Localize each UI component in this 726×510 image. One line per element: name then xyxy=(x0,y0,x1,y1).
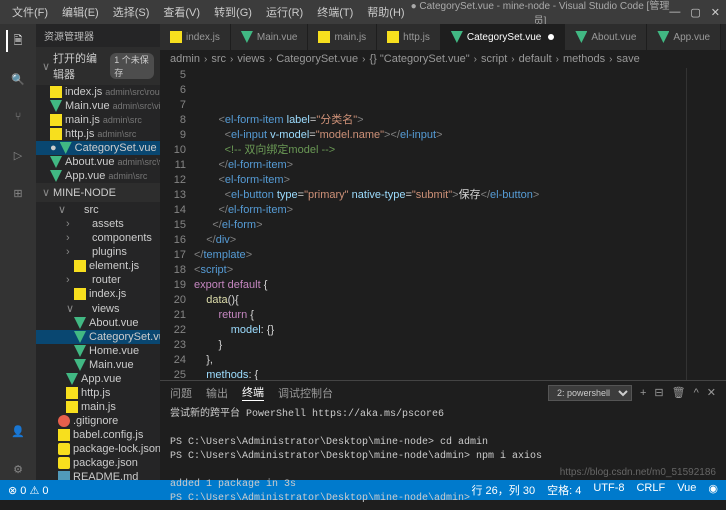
menu-item[interactable]: 选择(S) xyxy=(107,2,156,22)
panel-tab[interactable]: 终端 xyxy=(242,384,264,401)
minimap[interactable] xyxy=(686,68,726,380)
editor-tab[interactable]: About.vue xyxy=(565,24,647,50)
breadcrumb-item[interactable]: script xyxy=(481,53,507,65)
open-editor-item[interactable]: Main.vue admin\src\views xyxy=(36,99,160,113)
tree-item[interactable]: CategorySet.vue xyxy=(36,330,160,344)
breadcrumb-item[interactable]: src xyxy=(211,53,226,65)
tree-item[interactable]: README.md xyxy=(36,470,160,480)
search-icon[interactable]: 🔍 xyxy=(7,68,29,90)
tree-item[interactable]: babel.config.js xyxy=(36,428,160,442)
tree-item[interactable]: ›assets xyxy=(36,217,160,231)
menu-item[interactable]: 查看(V) xyxy=(157,2,206,22)
add-terminal-icon[interactable]: + xyxy=(640,387,646,399)
tree-item[interactable]: ›plugins xyxy=(36,245,160,259)
tree-item[interactable]: package-lock.json xyxy=(36,442,160,456)
open-editor-item[interactable]: index.js admin\src\router xyxy=(36,85,160,99)
tree-item[interactable]: ›router xyxy=(36,273,160,287)
open-editor-item[interactable]: ●CategorySet.vue admin... xyxy=(36,141,160,155)
maximize-panel-icon[interactable]: ^ xyxy=(694,387,699,399)
trash-icon[interactable]: 🗑 xyxy=(672,386,686,399)
panel: 问题输出终端调试控制台 2: powershell + ⊟ 🗑 ^ ✕ 尝试新的… xyxy=(160,380,726,480)
breadcrumb-item[interactable]: CategorySet.vue xyxy=(276,53,358,65)
tree-item[interactable]: Home.vue xyxy=(36,344,160,358)
menu-item[interactable]: 帮助(H) xyxy=(361,2,410,22)
breadcrumb-item[interactable]: views xyxy=(237,53,265,65)
sidebar: 资源管理器 ∨打开的编辑器 1 个未保存 index.js admin\src\… xyxy=(36,24,160,480)
minimize-icon[interactable]: — xyxy=(669,6,680,19)
menu-bar: 文件(F)编辑(E)选择(S)查看(V)转到(G)运行(R)终端(T)帮助(H) xyxy=(6,2,411,22)
gear-icon[interactable]: ⚙ xyxy=(7,458,29,480)
editor-tabs: index.jsMain.vuemain.jshttp.jsCategorySe… xyxy=(160,24,726,50)
menu-item[interactable]: 文件(F) xyxy=(6,2,54,22)
tree-item[interactable]: About.vue xyxy=(36,316,160,330)
editor-tab[interactable]: http.js xyxy=(377,24,441,50)
breadcrumb[interactable]: admin › src › views › CategorySet.vue › … xyxy=(160,50,726,68)
line-numbers: 5678910111213141516171819202122232425262… xyxy=(160,68,194,380)
menu-item[interactable]: 运行(R) xyxy=(260,2,309,22)
status-item[interactable]: Vue xyxy=(677,482,696,498)
open-editor-item[interactable]: http.js admin\src xyxy=(36,127,160,141)
tree-item[interactable]: ›components xyxy=(36,231,160,245)
editor-group: index.jsMain.vuemain.jshttp.jsCategorySe… xyxy=(160,24,726,480)
breadcrumb-item[interactable]: save xyxy=(617,53,640,65)
tree-item[interactable]: App.vue xyxy=(36,372,160,386)
panel-tab[interactable]: 输出 xyxy=(206,385,228,401)
editor-tab[interactable]: main.js xyxy=(308,24,377,50)
tree-item[interactable]: element.js xyxy=(36,259,160,273)
open-editors-header[interactable]: ∨打开的编辑器 1 个未保存 xyxy=(36,47,160,85)
close-panel-icon[interactable]: ✕ xyxy=(707,386,716,399)
breadcrumb-item[interactable]: admin xyxy=(170,53,200,65)
status-item[interactable]: 行 26，列 30 xyxy=(471,482,535,498)
tree-item[interactable]: http.js xyxy=(36,386,160,400)
sidebar-title: 资源管理器 xyxy=(36,24,160,47)
extensions-icon[interactable]: ⊞ xyxy=(7,182,29,204)
window-controls: — ▢ ✕ xyxy=(669,6,720,19)
split-terminal-icon[interactable]: ⊟ xyxy=(654,386,663,399)
menu-item[interactable]: 编辑(E) xyxy=(56,2,105,22)
panel-tab[interactable]: 调试控制台 xyxy=(278,385,333,401)
terminal-selector[interactable]: 2: powershell xyxy=(548,385,632,401)
breadcrumb-item[interactable]: {} "CategorySet.vue" xyxy=(369,53,469,65)
menu-item[interactable]: 转到(G) xyxy=(208,2,258,22)
tree-item[interactable]: package.json xyxy=(36,456,160,470)
tree-item[interactable]: index.js xyxy=(36,287,160,301)
status-item[interactable]: 空格: 4 xyxy=(547,482,581,498)
editor-tab[interactable]: index.js xyxy=(160,24,231,50)
menu-item[interactable]: 终端(T) xyxy=(311,2,359,22)
breadcrumb-item[interactable]: methods xyxy=(563,53,605,65)
tree-item[interactable]: .gitignore xyxy=(36,414,160,428)
editor-tab[interactable]: CategorySet.vue xyxy=(441,24,566,50)
activity-bar: 🗎 🔍 ⑂ ▷ ⊞ 👤 ⚙ xyxy=(0,24,36,480)
open-editor-item[interactable]: App.vue admin\src xyxy=(36,169,160,183)
panel-tabs: 问题输出终端调试控制台 2: powershell + ⊟ 🗑 ^ ✕ xyxy=(160,381,726,404)
code-editor[interactable]: 5678910111213141516171819202122232425262… xyxy=(160,68,726,380)
explorer-icon[interactable]: 🗎 xyxy=(6,30,28,52)
tree-item[interactable]: ∨src xyxy=(36,202,160,217)
tree-item[interactable]: ∨views xyxy=(36,301,160,316)
editor-tab[interactable]: App.vue xyxy=(647,24,721,50)
open-editor-item[interactable]: About.vue admin\src\vie... xyxy=(36,155,160,169)
status-item[interactable]: ◉ xyxy=(708,482,718,498)
open-editor-item[interactable]: main.js admin\src xyxy=(36,113,160,127)
tree-item[interactable]: Main.vue xyxy=(36,358,160,372)
breadcrumb-item[interactable]: default xyxy=(519,53,552,65)
editor-tab[interactable]: Main.vue xyxy=(231,24,309,50)
status-item[interactable]: UTF-8 xyxy=(593,482,624,498)
tree-item[interactable]: main.js xyxy=(36,400,160,414)
watermark: https://blog.csdn.net/m0_51592186 xyxy=(560,467,716,478)
titlebar: 文件(F)编辑(E)选择(S)查看(V)转到(G)运行(R)终端(T)帮助(H)… xyxy=(0,0,726,24)
debug-icon[interactable]: ▷ xyxy=(7,144,29,166)
panel-tab[interactable]: 问题 xyxy=(170,385,192,401)
status-errors[interactable]: ⊗ 0 ⚠ 0 xyxy=(8,484,48,497)
project-header[interactable]: ∨MINE-NODE xyxy=(36,183,160,202)
source-control-icon[interactable]: ⑂ xyxy=(7,106,29,128)
window-title: ● CategorySet.vue - mine-node - Visual S… xyxy=(411,0,670,27)
status-item[interactable]: CRLF xyxy=(636,482,665,498)
account-icon[interactable]: 👤 xyxy=(7,420,29,442)
maximize-icon[interactable]: ▢ xyxy=(690,6,700,19)
close-icon[interactable]: ✕ xyxy=(711,6,720,19)
